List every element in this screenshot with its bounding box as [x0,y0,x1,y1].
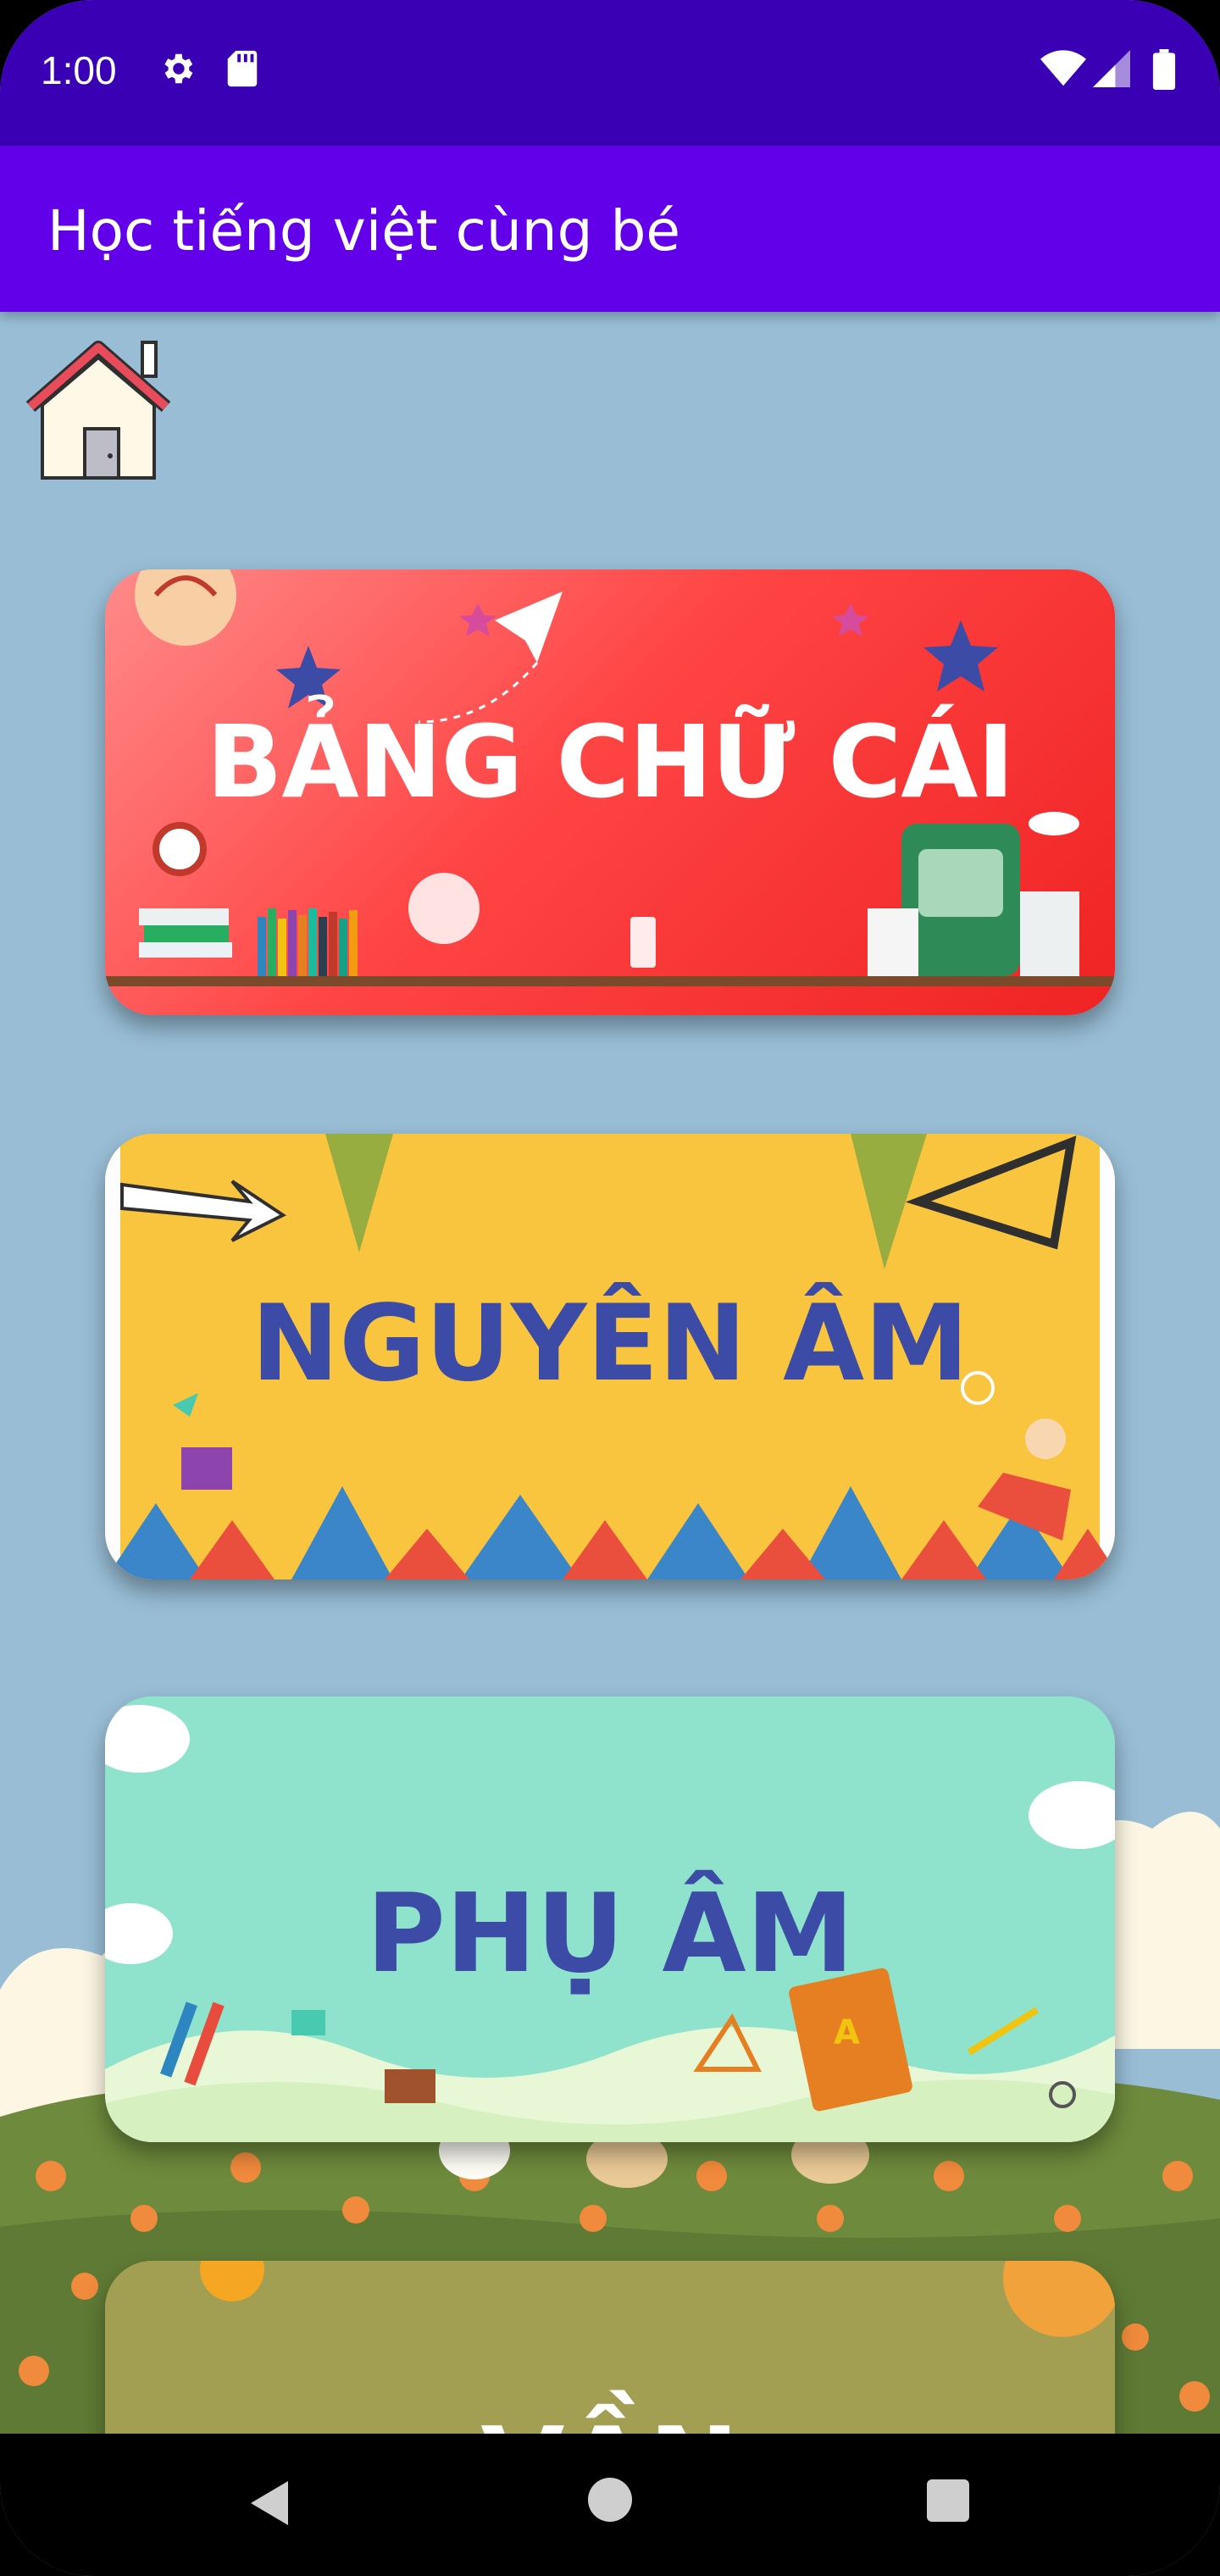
consonants-card[interactable]: A PHỤ ÂM [105,1696,1115,2142]
recents-icon[interactable] [925,2478,971,2523]
app-title: Học tiếng việt cùng bé [47,198,680,264]
battery-icon [1152,49,1176,90]
svg-text:A: A [834,2013,860,2052]
home-circle-icon[interactable] [586,2476,634,2523]
sd-card-icon [227,50,258,87]
signal-icon [1093,50,1130,87]
app-bar: Học tiếng việt cùng bé [0,146,1220,312]
card-label: NGUYÊN ÂM [251,1283,969,1405]
back-icon[interactable] [244,2478,291,2529]
navigation-bar [0,2434,1220,2576]
wifi-icon [1040,50,1086,86]
status-time: 1:00 [41,48,117,92]
status-bar: 1:00 [0,0,1220,146]
card-label: PHỤ ÂM [366,1871,854,1997]
vowels-card[interactable]: NGUYÊN ÂM [105,1134,1115,1579]
card-label: BẢNG CHỮ CÁI [206,703,1015,820]
alphabet-card[interactable]: BẢNG CHỮ CÁI [105,569,1115,1015]
home-icon[interactable] [24,337,173,483]
settings-icon [164,53,193,84]
phone-screen: 1:00 Học tiếng việt cùng bé BẢNG CHỮ CÁI… [0,0,1220,2576]
